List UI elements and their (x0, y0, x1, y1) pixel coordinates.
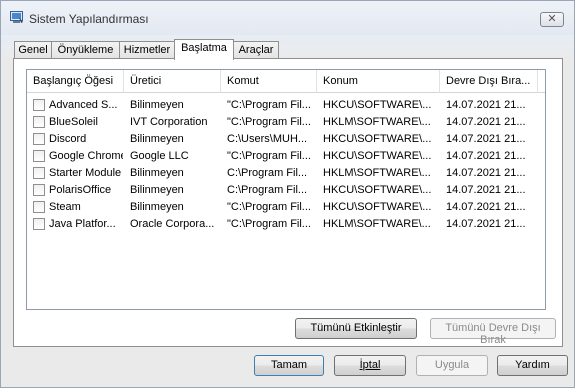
tab-label: Genel (18, 44, 48, 56)
enable-checkbox[interactable] (33, 201, 45, 213)
cell-startup-item: Discord (49, 133, 87, 145)
cell-location: HKLM\SOFTWARE\... (323, 218, 431, 230)
cell-date-disabled: 14.07.2021 21... (446, 116, 526, 128)
tab-general[interactable]: Genel (14, 41, 52, 59)
table-row[interactable]: BlueSoleil IVT Corporation "C:\Program Fil… (27, 114, 545, 131)
cell-date-disabled: 14.07.2021 21... (446, 133, 526, 145)
table-row[interactable]: Starter Module Bilinmeyen C:\Program Fil..… (27, 165, 545, 182)
apply-label: Uygula (434, 359, 470, 371)
tab-services[interactable]: Hizmetler (119, 41, 175, 59)
cell-manufacturer: Bilinmeyen (130, 167, 184, 179)
cell-command: "C:\Program Fil... (227, 99, 311, 111)
cell-date-disabled: 14.07.2021 21... (446, 201, 526, 213)
cell-startup-item: BlueSoleil (49, 116, 98, 128)
table-row[interactable]: PolarisOffice Bilinmeyen C:\Program Fil...… (27, 182, 545, 199)
cell-startup-item: Google Chrome (49, 150, 123, 162)
cancel-button[interactable]: İptal (334, 355, 406, 376)
cell-manufacturer: Oracle Corpora... (130, 218, 215, 230)
close-button[interactable]: ✕ (540, 12, 564, 27)
column-header-date-disabled[interactable]: Devre Dışı Bıra... (440, 70, 538, 93)
column-header-manufacturer[interactable]: Üretici (124, 70, 221, 93)
cell-location: HKLM\SOFTWARE\... (323, 116, 431, 128)
cell-command: C:\Users\MUH... (227, 133, 308, 145)
cancel-label: İptal (359, 359, 381, 371)
column-header-startup-item[interactable]: Başlangıç Öğesi (27, 70, 124, 93)
enable-checkbox[interactable] (33, 99, 45, 111)
cell-command: C:\Program Fil... (227, 167, 308, 179)
system-configuration-window: Sistem Yapılandırması ✕ Genel Önyükleme … (0, 0, 575, 388)
cell-date-disabled: 14.07.2021 21... (446, 99, 526, 111)
ok-label: Tamam (270, 359, 308, 371)
enable-all-label: Tümünü Etkinleştir (310, 322, 402, 334)
enable-checkbox[interactable] (33, 116, 45, 128)
title-bar: Sistem Yapılandırması ✕ (1, 1, 574, 35)
cell-date-disabled: 14.07.2021 21... (446, 218, 526, 230)
cell-manufacturer: Bilinmeyen (130, 201, 184, 213)
tab-label: Başlatma (181, 42, 227, 54)
table-row[interactable]: Java Platfor... Oracle Corpora... "C:\Prog… (27, 216, 545, 233)
enable-checkbox[interactable] (33, 150, 45, 162)
cell-date-disabled: 14.07.2021 21... (446, 184, 526, 196)
cell-location: HKCU\SOFTWARE\... (323, 133, 432, 145)
tab-startup[interactable]: Başlatma (174, 39, 234, 60)
disable-all-label: Tümünü Devre Dışı Bırak (445, 322, 541, 346)
tab-boot[interactable]: Önyükleme (51, 41, 120, 59)
apply-button[interactable]: Uygula (416, 355, 488, 376)
table-row[interactable]: Google Chrome Google LLC "C:\Program Fil..… (27, 148, 545, 165)
table-row[interactable]: Discord Bilinmeyen C:\Users\MUH... HKCU\SOF… (27, 131, 545, 148)
enable-all-button[interactable]: Tümünü Etkinleştir (295, 318, 417, 339)
enable-checkbox[interactable] (33, 184, 45, 196)
list-header: Başlangıç Öğesi Üretici Komut Konum Devr… (27, 70, 545, 93)
cell-command: "C:\Program Fil... (227, 218, 311, 230)
startup-items-list[interactable]: Başlangıç Öğesi Üretici Komut Konum Devr… (26, 69, 546, 310)
column-header-location[interactable]: Konum (317, 70, 440, 93)
table-row[interactable]: Steam Bilinmeyen "C:\Program Fil... HKCU\SO… (27, 199, 545, 216)
cell-startup-item: Java Platfor... (49, 218, 116, 230)
cell-manufacturer: Bilinmeyen (130, 99, 184, 111)
cell-startup-item: Steam (49, 201, 81, 213)
tab-label: Önyükleme (57, 44, 114, 56)
cell-command: "C:\Program Fil... (227, 116, 311, 128)
tab-label: Hizmetler (123, 44, 171, 56)
ok-button[interactable]: Tamam (254, 355, 324, 376)
enable-checkbox[interactable] (33, 218, 45, 230)
help-label: Yardım (515, 359, 550, 371)
cell-startup-item: PolarisOffice (49, 184, 112, 196)
cell-startup-item: Starter Module (49, 167, 122, 179)
tab-tools[interactable]: Araçlar (233, 41, 279, 59)
cell-date-disabled: 14.07.2021 21... (446, 150, 526, 162)
cell-manufacturer: Bilinmeyen (130, 184, 184, 196)
close-icon: ✕ (547, 13, 557, 25)
enable-checkbox[interactable] (33, 133, 45, 145)
enable-checkbox[interactable] (33, 167, 45, 179)
cell-location: HKCU\SOFTWARE\... (323, 184, 432, 196)
cell-manufacturer: Bilinmeyen (130, 133, 184, 145)
column-header-command[interactable]: Komut (221, 70, 317, 93)
cell-location: HKCU\SOFTWARE\... (323, 99, 432, 111)
disable-all-button[interactable]: Tümünü Devre Dışı Bırak (430, 318, 556, 346)
cell-date-disabled: 14.07.2021 21... (446, 167, 526, 179)
system-configuration-icon (10, 11, 23, 23)
tab-label: Araçlar (238, 44, 274, 56)
cell-startup-item: Advanced S... (49, 99, 118, 111)
help-button[interactable]: Yardım (497, 355, 568, 376)
window-title: Sistem Yapılandırması (29, 12, 149, 26)
cell-location: HKCU\SOFTWARE\... (323, 201, 432, 213)
cell-location: HKCU\SOFTWARE\... (323, 150, 432, 162)
cell-location: HKLM\SOFTWARE\... (323, 167, 431, 179)
cell-manufacturer: Google LLC (130, 150, 189, 162)
startup-panel: Başlangıç Öğesi Üretici Komut Konum Devr… (13, 58, 563, 347)
table-row[interactable]: Advanced S... Bilinmeyen "C:\Program Fil..… (27, 97, 545, 114)
cell-manufacturer: IVT Corporation (130, 116, 208, 128)
cell-command: "C:\Program Fil... (227, 201, 311, 213)
cell-command: C:\Program Fil... (227, 184, 308, 196)
cell-command: "C:\Program Fil... (227, 150, 311, 162)
